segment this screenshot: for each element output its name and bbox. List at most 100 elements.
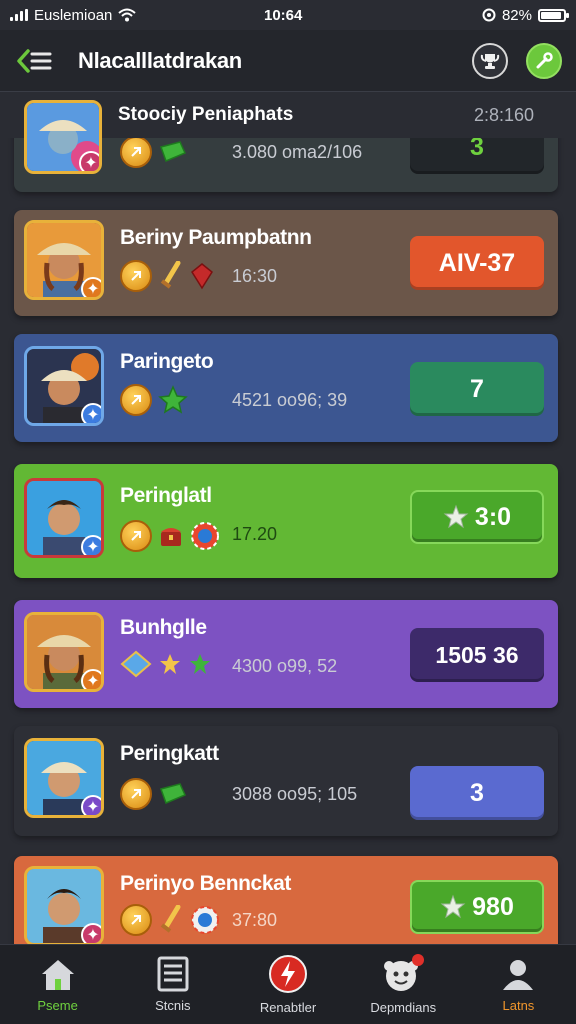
mascot-icon (384, 954, 425, 991)
score-button[interactable]: 980 (410, 880, 544, 934)
avatar: ✦ (24, 738, 104, 818)
score-button[interactable]: 3:0 (410, 490, 544, 544)
gem-green-icon (160, 141, 187, 162)
list-item[interactable]: ✦ Paringeto 4521 oo96; 39 7 (14, 334, 558, 442)
nav-item-battle[interactable]: Renabtler (230, 945, 345, 1024)
row-items (120, 904, 220, 936)
score-value: 1505 36 (435, 641, 519, 668)
avatar: ✦ (24, 612, 104, 692)
subheader-title: Stoociy Peniaphats (118, 104, 294, 125)
list-item[interactable]: ✦ Perinyo Bennckat 37:80 980 (14, 856, 558, 944)
score-button[interactable]: 3 (410, 766, 544, 820)
app-header: Nlacalllatdrakan (0, 30, 576, 92)
settings-button[interactable] (526, 42, 562, 79)
player-stat: 16:30 (232, 266, 278, 286)
coin-icon (120, 136, 152, 168)
player-stat: 4521 oo96; 39 (232, 390, 348, 410)
alarm-icon (482, 8, 496, 22)
nav-label: Renabtler (259, 1000, 317, 1015)
crystal-icon (120, 650, 152, 678)
chip-icon (191, 906, 219, 934)
sword-icon (160, 905, 181, 933)
player-stat: 37:80 (232, 910, 278, 930)
score-value: 7 (470, 374, 484, 403)
clock: 10:64 (264, 6, 303, 24)
sticky-subheader: ✦ Stoociy Peniaphats 2:8:160 (0, 92, 576, 174)
score-button[interactable]: 1505 36 (410, 628, 544, 682)
score-button[interactable]: AIV-37 (410, 236, 544, 290)
list-item[interactable]: ✦ Peringkatt 3088 oo95; 105 3 (14, 726, 558, 836)
score-button[interactable]: 7 (410, 362, 544, 416)
player-stat: 3088 oo95; 105 (232, 784, 358, 804)
gem-green-icon (160, 783, 187, 804)
score-value: 3 (470, 778, 484, 807)
rank-badge-icon: ✦ (81, 277, 101, 297)
nav-item-home[interactable]: Pseme (0, 945, 115, 1024)
trophy-button[interactable] (472, 42, 508, 79)
coin-icon (120, 904, 152, 936)
lightning-icon (269, 955, 307, 993)
list-item[interactable]: ✦ Beriny Paumpbatnn 16:30 AIV-37 (14, 210, 558, 316)
rank-badge-icon: ✦ (81, 795, 101, 815)
coin-icon (120, 778, 152, 810)
coin-icon (120, 520, 152, 552)
rank-badge-icon: ✦ (81, 403, 101, 423)
nav-item-friends[interactable]: Depmdians (346, 945, 461, 1024)
player-name: Peringkatt (120, 742, 219, 765)
nav-label: Pseme (37, 998, 78, 1013)
list-item[interactable]: ✦ Peringlatl 17.20 3:0 (14, 464, 558, 578)
star-icon (440, 894, 466, 919)
row-items (120, 136, 188, 168)
back-arrow-icon (17, 48, 52, 73)
nav-item-stats[interactable]: Stcnis (115, 945, 230, 1024)
subheader-value: 2:8:160 (473, 105, 534, 125)
player-stat: 3.080 oma2/106 (232, 142, 363, 162)
score-value: AIV-37 (438, 248, 516, 277)
list-icon (157, 956, 189, 992)
wrench-icon (536, 51, 553, 68)
carrier-label: Euslemioan (34, 6, 113, 24)
trophy-icon (480, 53, 500, 69)
nav-item-profile[interactable]: Latns (461, 945, 576, 1024)
avatar: ✦ (24, 100, 102, 174)
row-items (120, 520, 220, 552)
player-stat: 17.20 (232, 524, 278, 544)
nav-label: Latns (502, 998, 535, 1013)
gem-red-icon (191, 263, 213, 290)
player-name: Bunhglle (120, 616, 207, 639)
player-name: Perinyo Bennckat (120, 872, 291, 895)
rank-badge-icon: ✦ (79, 151, 99, 171)
row-items (120, 778, 188, 810)
player-stat: 4300 o99, 52 (232, 656, 338, 676)
home-icon (41, 960, 74, 990)
coin-icon (120, 384, 152, 416)
chip-icon (191, 522, 219, 550)
avatar: ✦ (24, 866, 104, 944)
list-item[interactable]: ✦ Bunhglle 4300 o99, 52 1505 36 (14, 600, 558, 708)
back-button[interactable] (14, 41, 54, 81)
player-name: Paringeto (120, 350, 214, 373)
star-icon (443, 504, 469, 529)
avatar: ✦ (24, 478, 104, 558)
score-value: 980 (472, 892, 514, 921)
coin-icon (120, 260, 152, 292)
row-items (120, 650, 212, 678)
status-bar: Euslemioan 10:64 82% (0, 0, 576, 30)
ranking-list[interactable]: 3.080 oma2/106 3 ✦ Beriny Paumpbatnn 16:… (0, 92, 576, 944)
star-green-icon (158, 385, 188, 414)
battery-percent: 82% (501, 6, 532, 24)
page-title: Nlacalllatdrakan (78, 47, 242, 73)
signal-icon (10, 9, 28, 21)
rank-badge-icon: ✦ (81, 923, 101, 943)
nav-label: Depmdians (370, 1000, 437, 1015)
star-green-icon (190, 654, 210, 674)
score-value: 3:0 (474, 502, 512, 531)
profile-icon (503, 960, 534, 990)
avatar: ✦ (24, 346, 104, 426)
player-name: Peringlatl (120, 484, 212, 507)
player-name: Beriny Paumpbatnn (120, 226, 312, 249)
bottom-nav: Pseme Stcnis Renabtler Depmdians Latns (0, 944, 576, 1024)
nav-label: Stcnis (155, 998, 191, 1013)
sword-icon (160, 261, 181, 289)
avatar: ✦ (24, 220, 104, 300)
